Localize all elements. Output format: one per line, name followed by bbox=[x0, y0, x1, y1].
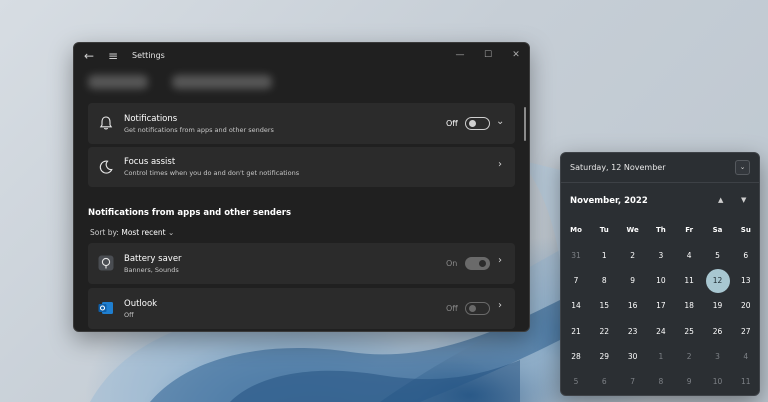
notifications-title: Notifications bbox=[124, 114, 178, 124]
title-bar: ← ≡ Settings — ☐ ✕ bbox=[74, 43, 529, 71]
calendar-month-label[interactable]: November, 2022 bbox=[570, 196, 648, 206]
calendar-day[interactable]: 9 bbox=[677, 370, 701, 394]
chevron-right-icon[interactable]: › bbox=[498, 300, 502, 311]
calendar-day[interactable]: 16 bbox=[621, 294, 645, 318]
weekday-label: Fr bbox=[685, 226, 694, 234]
calendar-day[interactable]: 1 bbox=[592, 244, 616, 268]
calendar-day[interactable]: 27 bbox=[734, 320, 758, 344]
notifications-subtitle: Get notifications from apps and other se… bbox=[124, 126, 274, 134]
calendar-day[interactable]: 29 bbox=[592, 345, 616, 369]
battery-saver-icon bbox=[98, 255, 114, 271]
calendar-day[interactable]: 31 bbox=[564, 244, 588, 268]
calendar-day[interactable]: 7 bbox=[621, 370, 645, 394]
calendar-day[interactable]: 12 bbox=[705, 269, 730, 294]
chevron-right-icon[interactable]: › bbox=[498, 255, 502, 266]
calendar-day[interactable]: 5 bbox=[706, 244, 730, 268]
calendar-header-date: Saturday, 12 November bbox=[570, 163, 666, 172]
calendar-day[interactable]: 17 bbox=[649, 294, 673, 318]
calendar-day[interactable]: 10 bbox=[649, 269, 673, 293]
section-title: Notifications from apps and other sender… bbox=[88, 208, 292, 218]
previous-month-arrow-icon[interactable]: ▲ bbox=[718, 196, 723, 204]
app-row-battery-saver[interactable]: Battery saver Banners, Sounds On › bbox=[88, 243, 515, 284]
calendar-day[interactable]: 11 bbox=[677, 269, 701, 293]
calendar-day[interactable]: 6 bbox=[592, 370, 616, 394]
calendar-day[interactable]: 5 bbox=[564, 370, 588, 394]
calendar-day[interactable]: 3 bbox=[649, 244, 673, 268]
calendar-day[interactable]: 15 bbox=[592, 294, 616, 318]
battery-saver-toggle[interactable] bbox=[465, 257, 490, 270]
calendar-day[interactable]: 11 bbox=[734, 370, 758, 394]
minimize-button[interactable]: — bbox=[452, 47, 468, 63]
close-button[interactable]: ✕ bbox=[508, 47, 524, 63]
chevron-right-icon[interactable]: › bbox=[498, 159, 502, 170]
calendar-day[interactable]: 26 bbox=[706, 320, 730, 344]
calendar-day[interactable]: 18 bbox=[677, 294, 701, 318]
outlook-icon bbox=[98, 302, 113, 314]
chevron-down-icon: ⌄ bbox=[168, 228, 175, 237]
app-name: Outlook bbox=[124, 299, 158, 309]
weekday-label: Su bbox=[740, 226, 751, 234]
calendar-day[interactable]: 23 bbox=[621, 320, 645, 344]
weekday-label: Tu bbox=[599, 226, 609, 234]
focus-assist-card[interactable]: Focus assist Control times when you do a… bbox=[88, 147, 515, 187]
calendar-day[interactable]: 21 bbox=[564, 320, 588, 344]
calendar-day[interactable]: 19 bbox=[706, 294, 730, 318]
moon-icon bbox=[99, 160, 113, 174]
scrollbar[interactable] bbox=[524, 107, 526, 141]
sort-by-label: Sort by: bbox=[90, 228, 119, 237]
weekday-label: Mo bbox=[570, 226, 582, 234]
sort-by-value: Most recent bbox=[121, 228, 166, 237]
calendar-day[interactable]: 8 bbox=[592, 269, 616, 293]
calendar-day[interactable]: 3 bbox=[706, 345, 730, 369]
weekday-label: We bbox=[626, 226, 639, 234]
maximize-button[interactable]: ☐ bbox=[480, 47, 496, 63]
weekday-label: Sa bbox=[712, 226, 723, 234]
app-subtitle: Off bbox=[124, 311, 134, 319]
calendar-day[interactable]: 7 bbox=[564, 269, 588, 293]
calendar-day[interactable]: 28 bbox=[564, 345, 588, 369]
calendar-day[interactable]: 30 bbox=[621, 345, 645, 369]
calendar-day[interactable]: 10 bbox=[706, 370, 730, 394]
outlook-toggle[interactable] bbox=[465, 302, 490, 315]
calendar-day[interactable]: 4 bbox=[734, 345, 758, 369]
notifications-toggle[interactable] bbox=[465, 117, 490, 130]
calendar-day[interactable]: 25 bbox=[677, 320, 701, 344]
bell-icon bbox=[99, 116, 113, 130]
calendar-day[interactable]: 6 bbox=[734, 244, 758, 268]
sort-by-dropdown[interactable]: Sort by: Most recent ⌄ bbox=[90, 228, 174, 237]
app-state-label: On bbox=[446, 259, 458, 268]
calendar-day[interactable]: 14 bbox=[564, 294, 588, 318]
calendar-day[interactable]: 2 bbox=[621, 244, 645, 268]
chevron-down-icon[interactable]: ⌄ bbox=[496, 116, 504, 127]
calendar-day[interactable]: 2 bbox=[677, 345, 701, 369]
collapse-button[interactable]: ⌄ bbox=[735, 160, 750, 175]
notifications-state-label: Off bbox=[446, 119, 458, 128]
window-title: Settings bbox=[132, 51, 165, 60]
notifications-card[interactable]: Notifications Get notifications from app… bbox=[88, 103, 515, 144]
focus-assist-subtitle: Control times when you do and don't get … bbox=[124, 169, 300, 177]
calendar-day[interactable]: 20 bbox=[734, 294, 758, 318]
app-name: Battery saver bbox=[124, 254, 182, 264]
app-state-label: Off bbox=[446, 304, 458, 313]
calendar-day[interactable]: 9 bbox=[621, 269, 645, 293]
back-arrow-icon[interactable]: ← bbox=[82, 49, 96, 63]
hamburger-menu-icon[interactable]: ≡ bbox=[106, 49, 120, 63]
calendar-day[interactable]: 4 bbox=[677, 244, 701, 268]
next-month-arrow-icon[interactable]: ▼ bbox=[741, 196, 746, 204]
focus-assist-title: Focus assist bbox=[124, 157, 176, 167]
page-heading-blurred bbox=[88, 69, 274, 95]
calendar-day[interactable]: 24 bbox=[649, 320, 673, 344]
weekday-label: Th bbox=[656, 226, 666, 234]
app-subtitle: Banners, Sounds bbox=[124, 266, 179, 274]
calendar-flyout: Saturday, 12 November ⌄ November, 2022 ▲… bbox=[560, 152, 760, 396]
settings-window: ← ≡ Settings — ☐ ✕ Notifications Get not… bbox=[73, 42, 530, 332]
app-row-outlook[interactable]: Outlook Off Off › bbox=[88, 288, 515, 329]
calendar-day[interactable]: 1 bbox=[649, 345, 673, 369]
calendar-header: Saturday, 12 November ⌄ bbox=[561, 153, 759, 183]
calendar-day[interactable]: 22 bbox=[592, 320, 616, 344]
calendar-day[interactable]: 8 bbox=[649, 370, 673, 394]
calendar-day[interactable]: 13 bbox=[734, 269, 758, 293]
